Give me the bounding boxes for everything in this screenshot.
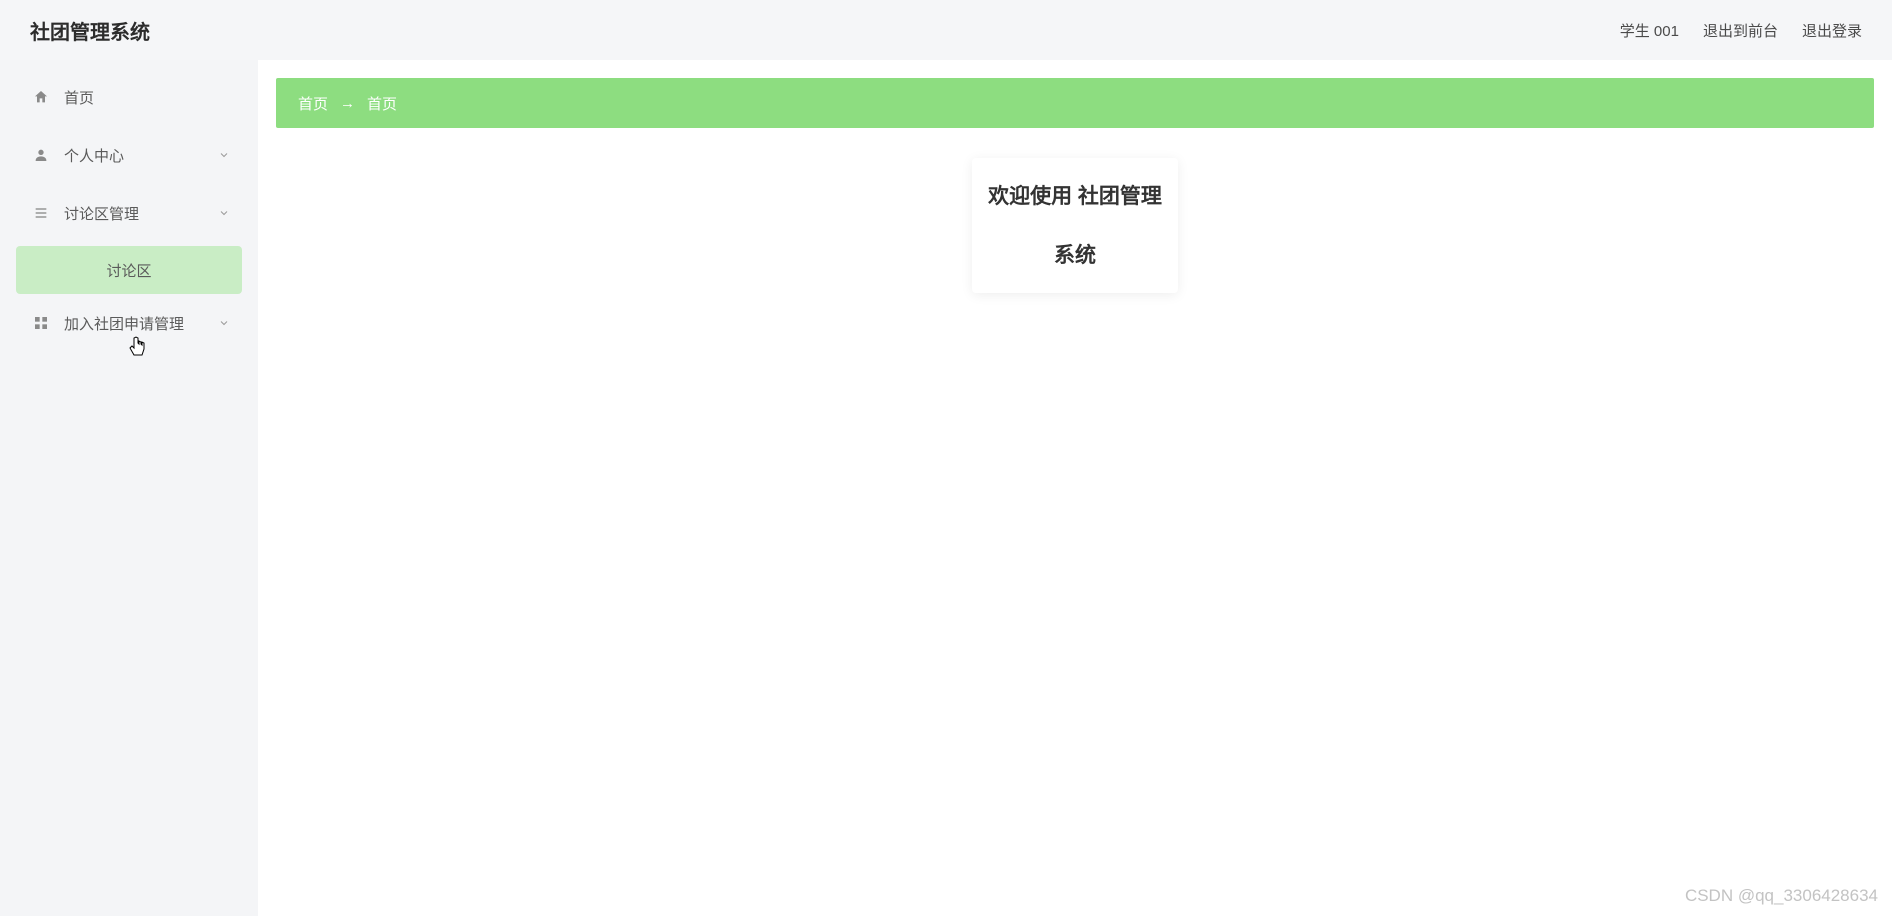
breadcrumb: 首页 → 首页 [276, 78, 1874, 128]
sidebar-item-join-apply-manage[interactable]: 加入社团申请管理 [16, 294, 242, 352]
exit-front-button[interactable]: 退出到前台 [1703, 20, 1778, 41]
sidebar-subitem-discussion[interactable]: 讨论区 [16, 246, 242, 294]
sidebar-item-home[interactable]: 首页 [16, 68, 242, 126]
logout-button[interactable]: 退出登录 [1802, 20, 1862, 41]
layout: 首页 个人中心 讨论区管理 讨论区 [0, 60, 1892, 916]
sidebar-item-label: 讨论区管理 [64, 203, 139, 224]
breadcrumb-separator: → [340, 95, 355, 112]
welcome-line2: 系统 [982, 239, 1168, 269]
app-header: 社团管理系统 学生 001 退出到前台 退出登录 [0, 0, 1892, 60]
sidebar-item-label: 加入社团申请管理 [64, 313, 184, 334]
welcome-line1: 欢迎使用 社团管理 [982, 182, 1168, 211]
sidebar-item-label: 首页 [64, 87, 94, 108]
header-right: 学生 001 退出到前台 退出登录 [1620, 20, 1862, 41]
chevron-down-icon [218, 317, 230, 329]
user-label[interactable]: 学生 001 [1620, 20, 1679, 41]
sidebar-item-label: 个人中心 [64, 145, 124, 166]
list-icon [32, 204, 50, 222]
watermark: CSDN @qq_3306428634 [1685, 886, 1878, 906]
chevron-down-icon [218, 149, 230, 161]
breadcrumb-home[interactable]: 首页 [298, 93, 328, 114]
sidebar-item-personal-center[interactable]: 个人中心 [16, 126, 242, 184]
welcome-card: 欢迎使用 社团管理 系统 [972, 158, 1178, 293]
sidebar-item-discussion-manage[interactable]: 讨论区管理 [16, 184, 242, 242]
grid-icon [32, 314, 50, 332]
app-title: 社团管理系统 [30, 16, 150, 45]
chevron-down-icon [218, 207, 230, 219]
user-icon [32, 146, 50, 164]
sidebar-subitem-label: 讨论区 [106, 260, 151, 281]
sidebar: 首页 个人中心 讨论区管理 讨论区 [0, 60, 258, 916]
main-content: 首页 → 首页 欢迎使用 社团管理 系统 [258, 60, 1892, 916]
breadcrumb-current: 首页 [367, 93, 397, 114]
home-icon [32, 88, 50, 106]
